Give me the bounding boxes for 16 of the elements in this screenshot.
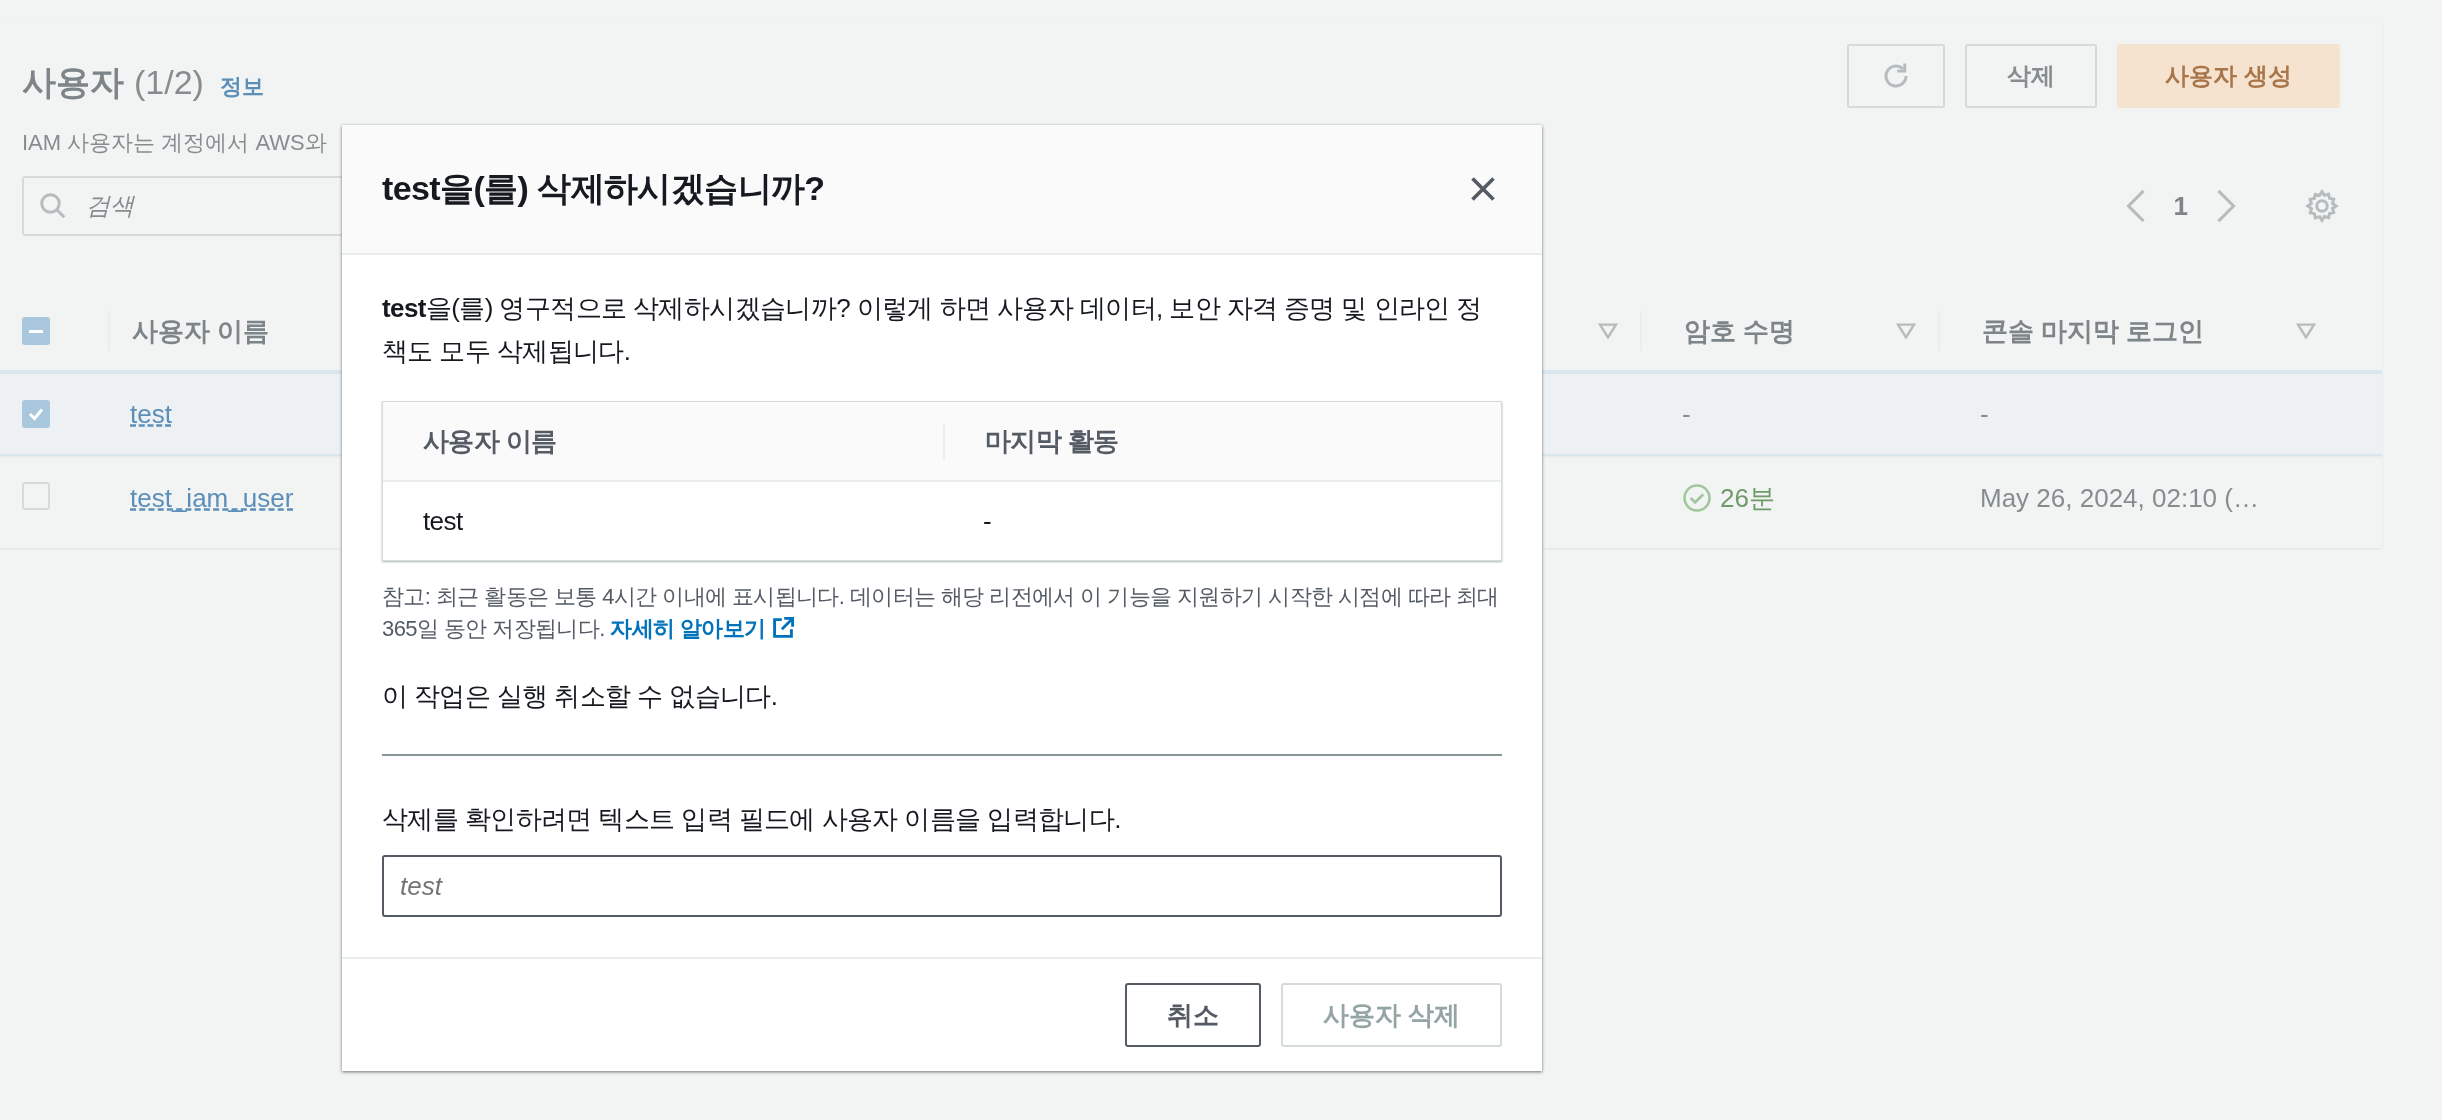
- dialog-message: test을(를) 영구적으로 삭제하시겠습니까? 이렇게 하면 사용자 데이터, 보안 자격 증명 및 인라인 정책도 모두 삭제됩니다.: [382, 292, 1483, 368]
- confirm-label: 삭제를 확인하려면 텍스트 입력 필드에 사용자 이름을 입력합니다.: [382, 803, 1122, 836]
- column-header: 사용자 이름: [423, 425, 557, 456]
- page-title: 사용자: [22, 62, 124, 103]
- dialog-title: test을(를) 삭제하시겠습니까?: [382, 168, 825, 209]
- page-description: IAM 사용자는 계정에서 AWS와: [22, 129, 327, 157]
- warning-text: 이 작업은 실행 취소할 수 없습니다.: [382, 680, 779, 713]
- table-cell-text: 26분: [1720, 481, 1775, 515]
- table-cell: test: [423, 505, 463, 536]
- table-cell: -: [983, 505, 992, 536]
- column-header: 마지막 활동: [985, 425, 1119, 456]
- activity-note: 참고: 최근 활동은 보통 4시간 이내에 표시됩니다. 데이터는 해당 리전에서 이 기능을 지원하기 시작한 시점에 따라 최대 365일 동안 저장됩니다. 자세히 알아보기: [382, 583, 1500, 643]
- table-cell: May 26, 2024, 02:10 (…: [1980, 482, 2259, 514]
- table-cell: -: [1980, 398, 1989, 430]
- user-count: (1/2): [134, 63, 204, 102]
- table-cell: -: [1682, 398, 1691, 430]
